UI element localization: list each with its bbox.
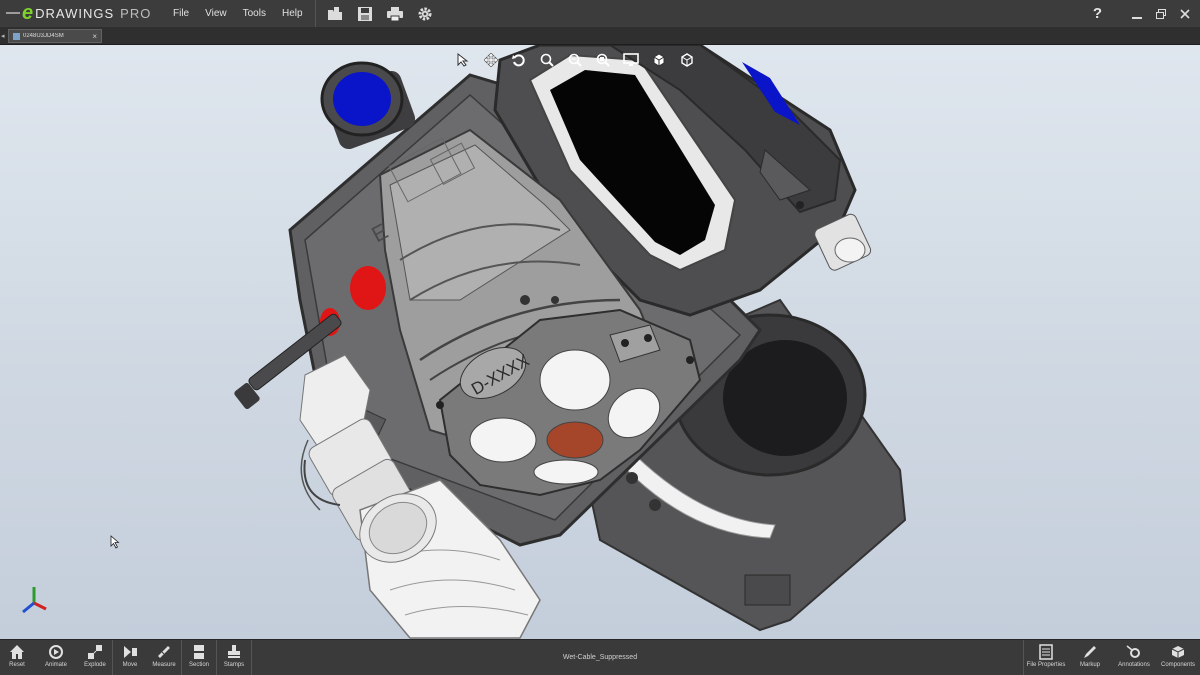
view-orient-icon[interactable] [651,52,667,68]
annotations-button[interactable]: Annotations [1112,640,1156,675]
menu-help[interactable]: Help [274,8,311,19]
gear-icon[interactable] [416,5,434,23]
tab-document[interactable]: 0248U3JD4SM × [8,29,102,43]
restore-icon[interactable] [1152,5,1170,23]
move-label: Move [122,662,138,668]
app-logo: e DRAWINGS PRO [6,3,151,23]
animate-label: Animate [44,662,67,668]
save-icon[interactable] [356,5,374,23]
pin-icon[interactable]: ◂ [1,32,5,40]
annotations-icon [1126,645,1140,658]
view-toolbar [455,50,707,70]
assembly-icon [13,32,20,40]
bottom-tools-right: File Properties Markup Annotations Compo… [1023,640,1200,675]
bottom-toolbar: Reset Animate Explode Move Measure Secti… [0,639,1200,675]
menu-separator [314,0,316,27]
pan-icon[interactable] [483,52,499,68]
select-icon[interactable] [455,52,471,68]
markup-icon [1084,646,1096,658]
file-properties-button[interactable]: File Properties [1024,640,1068,675]
zoom-area-icon[interactable] [595,52,611,68]
annotations-label: Annotations [1118,662,1150,668]
components-label: Components [1160,662,1196,668]
logo-dash [6,12,20,14]
components-button[interactable]: Components [1156,640,1200,675]
markup-label: Markup [1079,662,1100,668]
rotate-icon[interactable] [511,52,527,68]
cube-icon[interactable] [679,52,695,68]
logo-name: DRAWINGS [35,5,115,21]
3d-viewport[interactable]: E D-XXXX [0,45,1200,639]
file-properties-icon [1039,644,1053,660]
tab-close-icon[interactable]: × [92,32,97,41]
stamps-label: Stamps [223,662,245,668]
markup-button[interactable]: Markup [1068,640,1112,675]
close-icon[interactable] [1176,5,1194,23]
explode-label: Explode [84,662,106,668]
menu-bar: File View Tools Help [165,0,440,27]
section-label: Section [188,662,209,668]
axis-triad-icon [22,587,47,614]
edrawings-window: e DRAWINGS PRO File View Tools Help ? ◂ … [0,0,1200,675]
zoom-fit-icon[interactable] [539,52,555,68]
window-controls: ? [1093,0,1194,27]
logo-edition: PRO [120,5,152,21]
zoom-in-icon[interactable] [567,52,583,68]
help-button[interactable]: ? [1093,5,1102,22]
components-icon [1171,646,1185,658]
display-icon[interactable] [623,52,639,68]
document-tab-bar: ◂ 0248U3JD4SM × [0,27,1200,45]
print-icon[interactable] [386,5,404,23]
logo-letter: e [22,2,34,24]
menu-file[interactable]: File [165,8,197,19]
tab-label: 0248U3JD4SM [23,33,64,39]
title-bar: e DRAWINGS PRO File View Tools Help ? [0,0,1200,27]
open-icon[interactable] [326,5,344,23]
menu-tools[interactable]: Tools [235,8,274,19]
file-properties-label: File Properties [1026,662,1066,668]
menu-view[interactable]: View [197,8,235,19]
mouse-cursor-icon [110,535,120,549]
reset-label: Reset [9,662,25,668]
measure-label: Measure [152,662,176,668]
configuration-status: Wet-Cable_Suppressed [562,654,638,661]
cad-model[interactable]: E D-XXXX [0,45,1200,639]
minimize-icon[interactable] [1128,5,1146,23]
